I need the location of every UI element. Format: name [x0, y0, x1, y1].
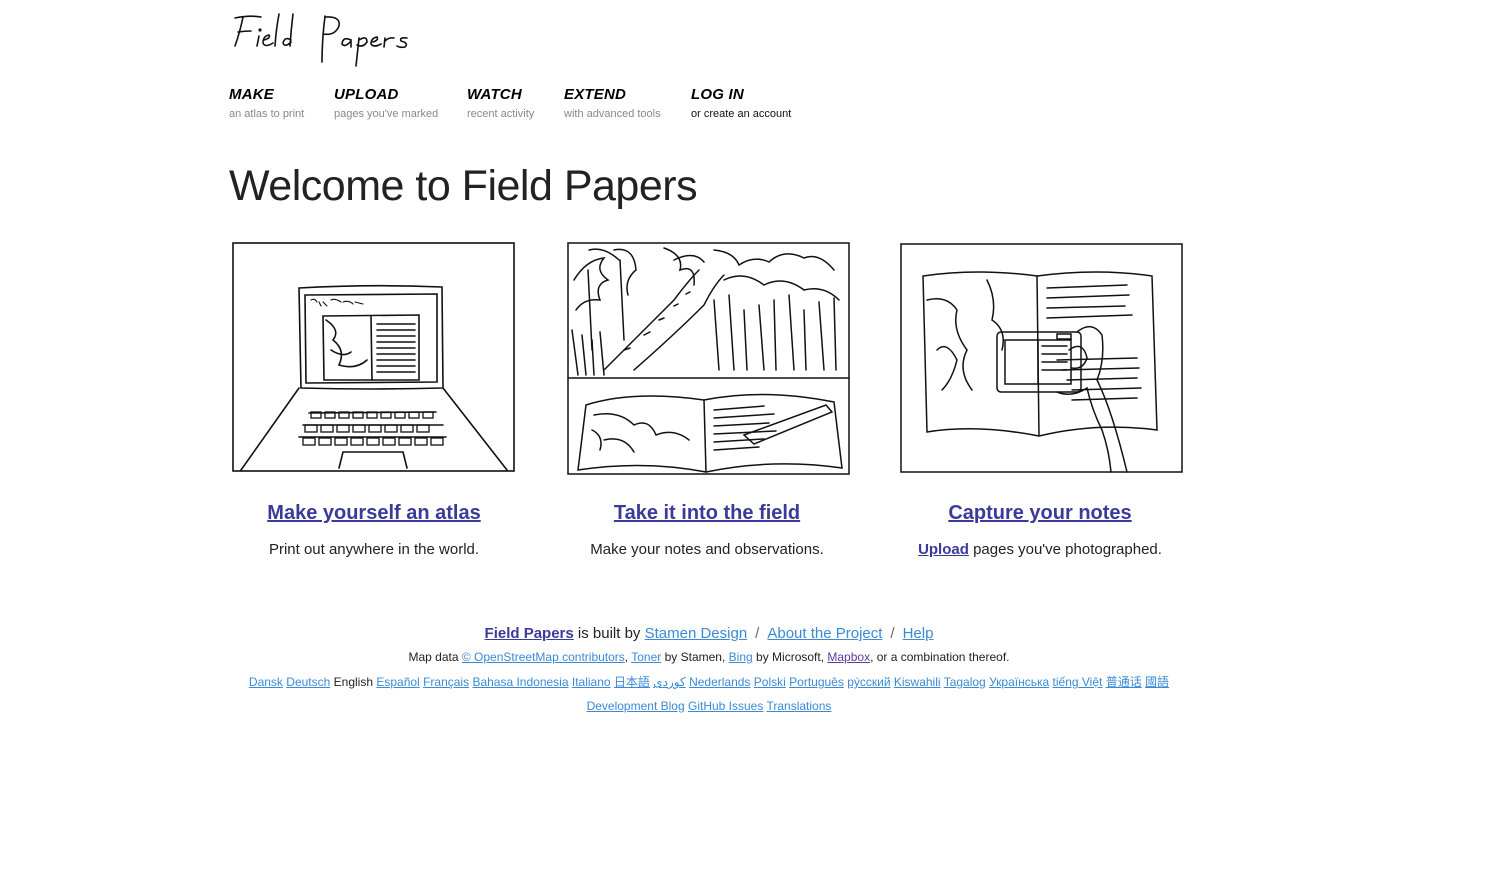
take-field-description: Make your notes and observations. — [590, 541, 824, 558]
nav-make[interactable]: MAKE an atlas to print — [229, 86, 304, 120]
nav-watch-title[interactable]: WATCH — [467, 86, 534, 103]
nav-watch[interactable]: WATCH recent activity — [467, 86, 534, 120]
nav-make-subtitle: an atlas to print — [229, 108, 305, 120]
capture-notes-text: pages you've photographed. — [968, 541, 1162, 558]
by-stamen-text: by Stamen, — [661, 650, 729, 664]
language-link[interactable]: 普通话 — [1106, 675, 1142, 689]
capture-notes-link[interactable]: Capture your notes — [897, 502, 1183, 525]
by-microsoft-text: by Microsoft, — [752, 650, 828, 664]
development-blog-link[interactable]: Development Blog — [587, 699, 685, 713]
language-link[interactable]: рýсский — [847, 675, 890, 689]
language-selector: Dansk Deutsch English Español Français B… — [229, 673, 1189, 690]
nav-upload-title[interactable]: UPLOAD — [334, 86, 438, 103]
nav-extend-title[interactable]: EXTEND — [564, 86, 661, 103]
mapbox-link[interactable]: Mapbox — [827, 650, 870, 664]
nav-login-subtitle[interactable]: or create an account — [691, 108, 791, 120]
make-atlas-link[interactable]: Make yourself an atlas — [231, 502, 517, 525]
language-link[interactable]: Español — [376, 675, 419, 689]
take-field-link[interactable]: Take it into the field — [564, 502, 850, 525]
nav-login[interactable]: LOG IN or create an account — [691, 86, 791, 120]
language-link[interactable]: Dansk — [249, 675, 283, 689]
bing-link[interactable]: Bing — [729, 650, 753, 664]
toner-link[interactable]: Toner — [631, 650, 661, 664]
language-link[interactable]: Português — [789, 675, 844, 689]
language-link[interactable]: Nederlands — [689, 675, 750, 689]
combination-text: , or a combination thereof. — [870, 650, 1010, 664]
github-issues-link[interactable]: GitHub Issues — [688, 699, 763, 713]
nav-watch-subtitle: recent activity — [467, 108, 535, 120]
upload-link[interactable]: Upload — [918, 541, 969, 558]
card-take-field: Take it into the field Make your notes a… — [564, 240, 850, 558]
footer-field-papers-link[interactable]: Field Papers — [485, 625, 574, 642]
footer-dev-links: Development Blog GitHub Issues Translati… — [229, 699, 1189, 713]
map-data-prefix: Map data — [408, 650, 462, 664]
help-link[interactable]: Help — [903, 625, 934, 642]
language-link[interactable]: 日本語 — [614, 675, 650, 689]
language-link[interactable]: tiếng Việt — [1053, 675, 1103, 689]
footer-built-by: is built by — [573, 625, 645, 642]
make-atlas-description: Print out anywhere in the world. — [268, 541, 480, 558]
nav-login-title[interactable]: LOG IN — [691, 86, 791, 103]
osm-link[interactable]: © OpenStreetMap contributors — [462, 650, 625, 664]
field-papers-logo[interactable] — [229, 10, 429, 70]
page-title: Welcome to Field Papers — [229, 162, 698, 210]
translations-link[interactable]: Translations — [766, 699, 831, 713]
language-link[interactable]: Українська — [989, 675, 1049, 689]
language-current: English — [333, 675, 374, 689]
language-link[interactable]: کوردی — [653, 675, 685, 689]
footer-separator: / — [890, 625, 895, 642]
footer-separator: / — [755, 625, 760, 642]
language-link[interactable]: Tagalog — [944, 675, 986, 689]
card-make-atlas: Make yourself an atlas Print out anywher… — [231, 240, 517, 558]
language-link[interactable]: Bahasa Indonesia — [472, 675, 568, 689]
nav-make-title[interactable]: MAKE — [229, 86, 304, 103]
nav-extend[interactable]: EXTEND with advanced tools — [564, 86, 661, 120]
language-link[interactable]: Deutsch — [286, 675, 330, 689]
camera-capture-illustration — [897, 240, 1183, 480]
nav-upload-subtitle: pages you've marked — [334, 108, 439, 120]
language-link[interactable]: Français — [423, 675, 469, 689]
footer-credits: Field Papers is built by Stamen Design / A… — [229, 625, 1189, 642]
nav-extend-subtitle: with advanced tools — [564, 108, 661, 120]
language-link[interactable]: Italiano — [572, 675, 611, 689]
capture-notes-description: Upload pages you've photographed. — [897, 541, 1183, 558]
map-data-credits: Map data © OpenStreetMap contributors, T… — [229, 650, 1189, 664]
logo-handwriting — [234, 13, 408, 67]
language-link[interactable]: Polski — [754, 675, 786, 689]
language-link[interactable]: Kiswahili — [894, 675, 941, 689]
card-capture-notes: Capture your notes Upload pages you've p… — [897, 240, 1183, 558]
footer: Field Papers is built by Stamen Design / A… — [229, 625, 1189, 713]
laptop-illustration — [231, 240, 517, 480]
nav-upload[interactable]: UPLOAD pages you've marked — [334, 86, 438, 120]
stamen-design-link[interactable]: Stamen Design — [645, 625, 748, 642]
language-link[interactable]: 國語 — [1145, 675, 1169, 689]
field-notebook-illustration — [564, 240, 850, 480]
about-project-link[interactable]: About the Project — [767, 625, 882, 642]
